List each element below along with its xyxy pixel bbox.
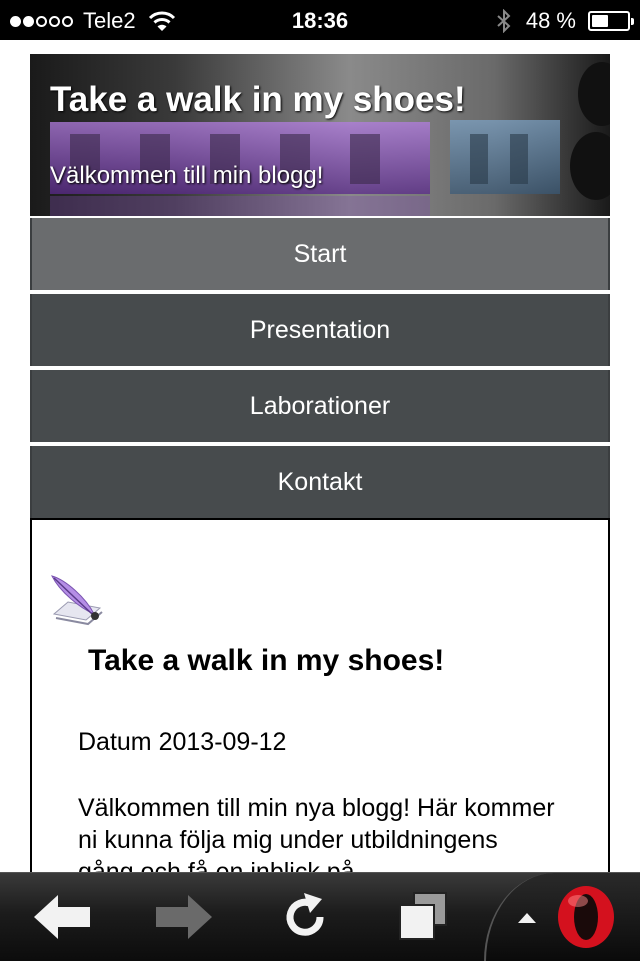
status-right: 48 % [496,8,634,34]
site-title: Take a walk in my shoes! [50,80,466,119]
battery-icon [588,11,634,31]
opera-menu-area[interactable] [484,873,640,961]
post-content: Take a walk in my shoes! Datum 2013-09-1… [30,518,610,886]
main-nav: Start Presentation Laborationer Kontakt [30,218,610,518]
post-title: Take a walk in my shoes! [88,644,445,677]
menu-up-icon[interactable] [516,911,538,925]
tabs-icon[interactable] [392,887,462,947]
reload-icon[interactable] [270,887,340,947]
battery-fill [592,15,609,27]
browser-toolbar [0,872,640,961]
quill-pen-icon [51,575,103,626]
forward-arrow-icon[interactable] [148,887,218,947]
nav-item-start[interactable]: Start [30,218,610,290]
status-bar: Tele2 18:36 48 % [0,0,640,40]
opera-logo-icon[interactable] [554,883,618,951]
site-header: Take a walk in my shoes! Välkommen till … [30,54,610,216]
web-page: Take a walk in my shoes! Välkommen till … [30,54,610,886]
nav-item-kontakt[interactable]: Kontakt [30,446,610,518]
nav-item-laborationer[interactable]: Laborationer [30,370,610,442]
header-banner-image [50,62,610,216]
post-date: Datum 2013-09-12 [78,728,287,756]
nav-item-presentation[interactable]: Presentation [30,294,610,366]
battery-percent: 48 % [525,8,576,33]
back-arrow-icon[interactable] [28,887,98,947]
bluetooth-icon [497,9,511,33]
site-subtitle: Välkommen till min blogg! [50,162,324,189]
